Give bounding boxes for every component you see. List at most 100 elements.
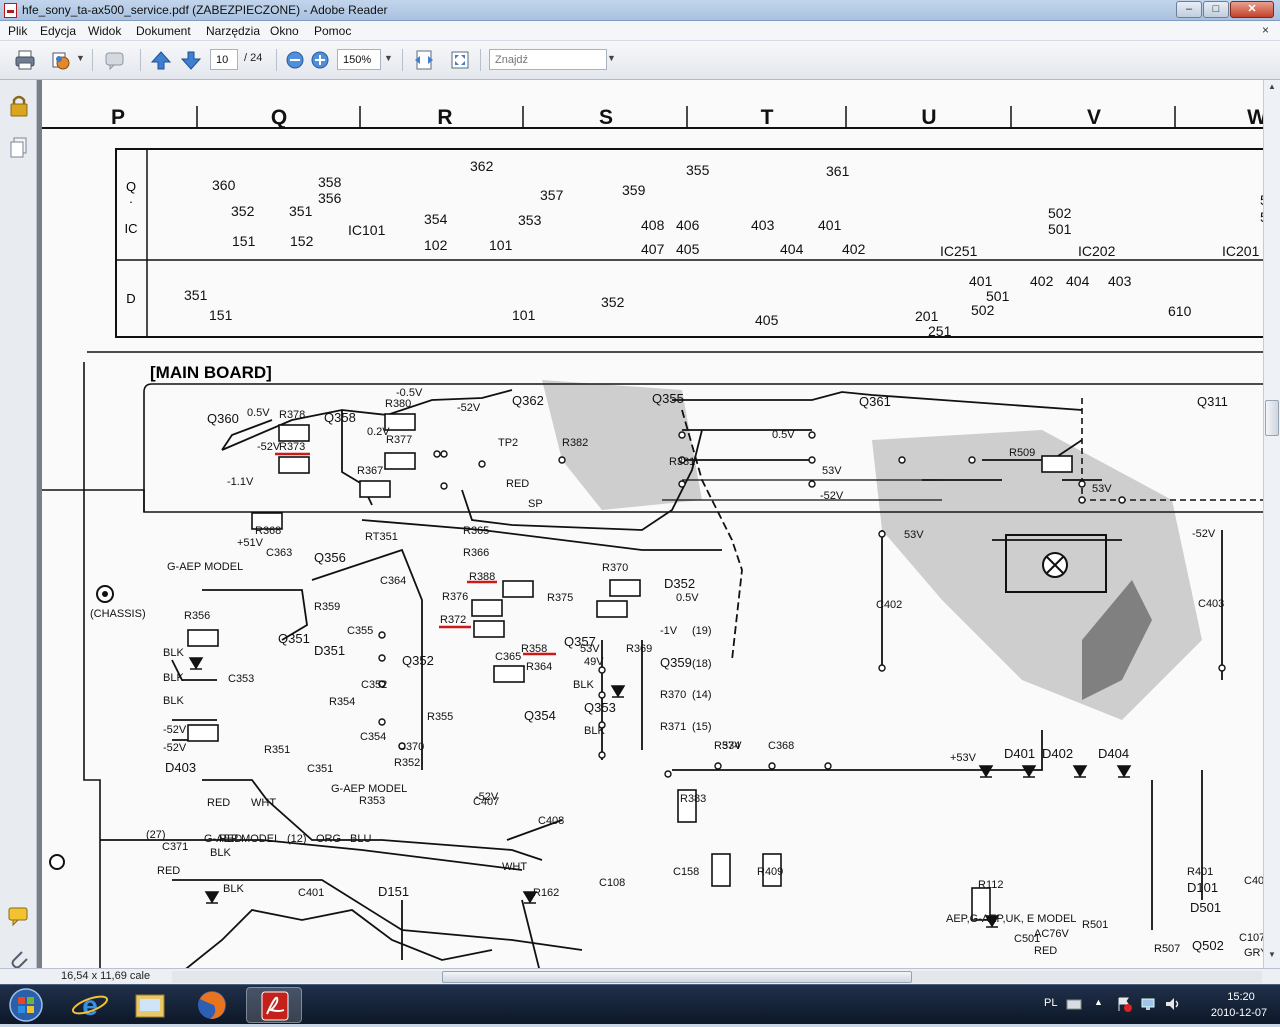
- volume-icon[interactable]: [1164, 996, 1180, 1012]
- find-input[interactable]: [489, 49, 607, 70]
- maximize-button[interactable]: □: [1203, 1, 1229, 18]
- q-ic-ref-14: 359: [622, 182, 646, 198]
- component-label-112: RED: [157, 865, 180, 877]
- pages-thumbnail-icon[interactable]: [8, 136, 30, 160]
- vertical-scroll-thumb[interactable]: [1265, 400, 1279, 436]
- component-label-25: -52V: [820, 490, 844, 502]
- q-ic-ref-1: 352: [231, 203, 255, 219]
- clock-time[interactable]: 15:20: [1208, 991, 1274, 1003]
- component-label-49: C355: [347, 625, 373, 637]
- internet-explorer-icon: e: [71, 990, 109, 1021]
- next-page-icon[interactable]: [180, 49, 202, 71]
- resistor-symbol-7: [471, 599, 503, 617]
- component-label-90: D402: [1042, 746, 1073, 761]
- action-center-flag-icon[interactable]: [1116, 996, 1132, 1012]
- component-label-4: -0.5V: [396, 387, 423, 399]
- menu-tools[interactable]: Narzędzia: [204, 23, 262, 39]
- menu-help[interactable]: Pomoc: [312, 23, 353, 39]
- terminal-19: [714, 762, 722, 770]
- menu-edit[interactable]: Edycja: [38, 23, 78, 39]
- component-label-45: C402: [876, 599, 902, 611]
- attachments-paperclip-icon[interactable]: [8, 948, 30, 970]
- folder-icon: [135, 994, 165, 1018]
- component-label-16: R367: [357, 465, 383, 477]
- q-ic-ref-5: 351: [289, 203, 313, 219]
- component-label-134: GRY: [1244, 947, 1263, 959]
- component-label-9: Q311: [1197, 394, 1228, 409]
- menu-file[interactable]: Plik: [6, 23, 29, 39]
- minimize-button[interactable]: ‒: [1176, 1, 1202, 18]
- close-button[interactable]: ✕: [1230, 1, 1274, 18]
- zoom-dropdown-icon[interactable]: ▼: [384, 53, 393, 63]
- component-label-76: R355: [427, 711, 453, 723]
- show-hidden-icons-icon[interactable]: ▲: [1094, 997, 1103, 1007]
- print-icon[interactable]: [14, 49, 36, 71]
- network-icon[interactable]: [1140, 996, 1156, 1012]
- taskbar-firefox[interactable]: [184, 987, 240, 1023]
- component-label-28: +51V: [237, 537, 264, 549]
- share-dropdown-icon[interactable]: ▼: [76, 53, 85, 63]
- menu-view[interactable]: Widok: [86, 23, 123, 39]
- zoom-in-icon[interactable]: [309, 49, 331, 71]
- d-ref-3: 352: [601, 294, 625, 310]
- component-label-96: R353: [359, 795, 385, 807]
- system-tray: PL ▲ 15:20 2010-12-07: [1036, 985, 1280, 1025]
- component-label-23: RED: [506, 478, 529, 490]
- resistor-symbol-4: [359, 480, 391, 498]
- clock-date[interactable]: 2010-12-07: [1202, 1007, 1276, 1019]
- keyboard-icon[interactable]: [1066, 997, 1082, 1011]
- page-size-readout: 16,54 x 11,69 cale: [61, 970, 151, 982]
- component-label-69: BLK: [163, 695, 184, 707]
- taskbar-internet-explorer[interactable]: e: [62, 987, 118, 1023]
- previous-page-icon[interactable]: [150, 49, 172, 71]
- component-label-40: R370: [602, 562, 628, 574]
- component-label-95: G-AEP MODEL: [331, 783, 407, 795]
- component-label-99: WHT: [251, 797, 276, 809]
- component-label-101: R383: [680, 793, 706, 805]
- grid-letter-u: U: [921, 106, 936, 129]
- component-label-58: R369: [626, 643, 652, 655]
- page-number-input[interactable]: [210, 49, 238, 70]
- taskbar-explorer[interactable]: [122, 987, 178, 1023]
- scroll-up-icon[interactable]: ▲: [1265, 82, 1279, 94]
- find-dropdown-icon[interactable]: ▼: [607, 53, 616, 63]
- menu-window[interactable]: Okno: [268, 23, 301, 39]
- component-label-65: R364: [526, 661, 552, 673]
- component-label-82: R374: [714, 740, 740, 752]
- component-label-0: Q360: [207, 411, 239, 426]
- terminal-2: [440, 482, 448, 490]
- horizontal-scroll-thumb[interactable]: [442, 971, 912, 983]
- component-label-75: -52V: [163, 724, 187, 736]
- vertical-scrollbar[interactable]: ▲ ▼: [1263, 80, 1280, 968]
- comments-panel-icon[interactable]: [7, 906, 31, 928]
- component-label-44: 0.5V: [676, 592, 699, 604]
- d-ref-12: 403: [1108, 273, 1132, 289]
- horizontal-scrollbar[interactable]: [172, 971, 1262, 983]
- fit-width-icon[interactable]: [413, 49, 435, 71]
- comment-icon[interactable]: [104, 49, 126, 71]
- security-lock-icon[interactable]: [8, 94, 30, 118]
- terminal-4: [558, 456, 566, 464]
- q-ic-ref-25: IC251: [940, 243, 978, 259]
- title-bar: hfe_sony_ta-ax500_service.pdf (ZABEZPIEC…: [0, 0, 1280, 21]
- language-indicator[interactable]: PL: [1044, 997, 1057, 1009]
- d-ref-5: 201: [915, 308, 939, 324]
- start-button-icon[interactable]: [4, 987, 48, 1023]
- d-ref-11: 404: [1066, 273, 1090, 289]
- q-ic-ref-24: 402: [842, 241, 866, 257]
- document-viewport[interactable]: P Q R S T U V W Q · IC D 360 352 151 358 356 351 152 I…: [37, 80, 1263, 968]
- component-label-130: C107: [1239, 932, 1263, 944]
- close-document-button[interactable]: ×: [1262, 23, 1269, 37]
- share-icon[interactable]: [50, 49, 72, 71]
- component-label-29: C363: [266, 547, 292, 559]
- component-label-51: -1V: [660, 625, 678, 637]
- zoom-level-input[interactable]: [337, 49, 381, 70]
- component-label-107: RED: [219, 833, 242, 845]
- fit-page-icon[interactable]: [449, 49, 471, 71]
- scroll-down-icon[interactable]: ▼: [1265, 950, 1279, 962]
- zoom-out-icon[interactable]: [284, 49, 306, 71]
- terminal-5: [678, 431, 686, 439]
- component-label-38: C364: [380, 575, 406, 587]
- taskbar-adobe-reader[interactable]: [246, 987, 302, 1023]
- menu-document[interactable]: Dokument: [134, 23, 193, 39]
